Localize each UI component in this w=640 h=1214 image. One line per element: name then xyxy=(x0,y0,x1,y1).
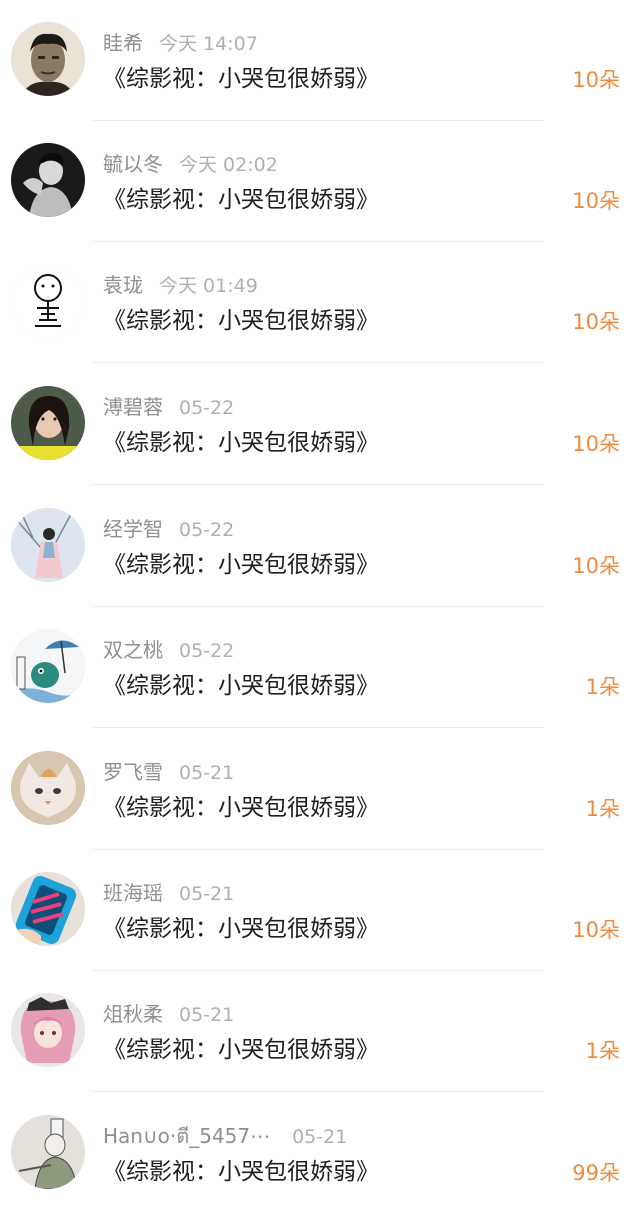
user-name[interactable]: 眭希 xyxy=(103,31,143,55)
gift-amount: 1朵 xyxy=(585,675,620,699)
item-meta: 双之桃 05-22 xyxy=(103,636,234,664)
timestamp: 05-22 xyxy=(179,519,235,541)
user-name[interactable]: 班海瑶 xyxy=(103,881,163,905)
item-meta: 袁珑 今天 01:49 xyxy=(103,271,258,299)
book-title[interactable]: 《综影视：小哭包很娇弱》 xyxy=(103,427,379,459)
gift-amount: 1朵 xyxy=(585,797,620,821)
timestamp: 今天 14:07 xyxy=(159,33,258,55)
book-title[interactable]: 《综影视：小哭包很娇弱》 xyxy=(103,63,379,95)
user-name[interactable]: 袁珑 xyxy=(103,273,143,297)
list-item[interactable]: 俎秋柔 05-21 《综影视：小哭包很娇弱》 1朵 xyxy=(0,971,640,1092)
item-meta: 毓以冬 今天 02:02 xyxy=(103,150,278,178)
man-portrait-avatar[interactable] xyxy=(11,22,85,96)
gift-amount: 10朵 xyxy=(572,432,620,456)
item-meta: 经学智 05-22 xyxy=(103,515,234,543)
book-title[interactable]: 《综影视：小哭包很娇弱》 xyxy=(103,1156,379,1188)
book-title[interactable]: 《综影视：小哭包很娇弱》 xyxy=(103,305,379,337)
girl-selfie-avatar[interactable] xyxy=(11,386,85,460)
user-name[interactable]: 双之桃 xyxy=(103,638,163,662)
list-item[interactable]: Han∪o·ตี_5457⋯ 05-21 《综影视：小哭包很娇弱》 99朵 xyxy=(0,1093,640,1214)
user-name[interactable]: Han∪o·ตี_5457⋯ xyxy=(103,1124,270,1148)
gift-amount: 10朵 xyxy=(572,189,620,213)
gift-amount: 99朵 xyxy=(572,1161,620,1185)
list-item[interactable]: 眭希 今天 14:07 《综影视：小哭包很娇弱》 10朵 xyxy=(0,0,640,121)
list-item[interactable]: 罗飞雪 05-21 《综影视：小哭包很娇弱》 1朵 xyxy=(0,729,640,850)
item-meta: 溥碧蓉 05-22 xyxy=(103,393,234,421)
item-meta: 俎秋柔 05-21 xyxy=(103,1000,234,1028)
gift-amount: 10朵 xyxy=(572,310,620,334)
book-title[interactable]: 《综影视：小哭包很娇弱》 xyxy=(103,549,379,581)
book-title[interactable]: 《综影视：小哭包很娇弱》 xyxy=(103,913,379,945)
book-title[interactable]: 《综影视：小哭包很娇弱》 xyxy=(103,1034,379,1066)
gift-list: 眭希 今天 14:07 《综影视：小哭包很娇弱》 10朵 毓以冬 今天 02:02 … xyxy=(0,0,640,1199)
item-meta: 班海瑶 05-21 xyxy=(103,879,234,907)
doodle-avatar[interactable] xyxy=(11,264,85,338)
timestamp: 今天 02:02 xyxy=(179,154,278,176)
gift-amount: 10朵 xyxy=(572,68,620,92)
anime-girl-avatar[interactable] xyxy=(11,993,85,1067)
user-name[interactable]: 俎秋柔 xyxy=(103,1002,163,1026)
timestamp: 05-21 xyxy=(179,762,235,784)
bw-man-avatar[interactable] xyxy=(11,143,85,217)
divider xyxy=(90,1091,544,1092)
divider xyxy=(90,727,544,728)
timestamp: 今天 01:49 xyxy=(159,275,258,297)
list-item[interactable]: 毓以冬 今天 02:02 《综影视：小哭包很娇弱》 10朵 xyxy=(0,121,640,242)
timestamp: 05-21 xyxy=(179,883,235,905)
timestamp: 05-22 xyxy=(179,397,235,419)
timestamp: 05-21 xyxy=(292,1126,348,1148)
divider xyxy=(90,484,544,485)
item-meta: Han∪o·ตี_5457⋯ 05-21 xyxy=(103,1122,347,1150)
book-title[interactable]: 《综影视：小哭包很娇弱》 xyxy=(103,184,379,216)
umbrella-cartoon-avatar[interactable] xyxy=(11,629,85,703)
list-item[interactable]: 双之桃 05-22 《综影视：小哭包很娇弱》 1朵 xyxy=(0,607,640,728)
timestamp: 05-22 xyxy=(179,640,235,662)
winter-girl-avatar[interactable] xyxy=(11,508,85,582)
shoe-avatar[interactable] xyxy=(11,872,85,946)
gift-amount: 1朵 xyxy=(585,1039,620,1063)
user-name[interactable]: 溥碧蓉 xyxy=(103,395,163,419)
list-item[interactable]: 班海瑶 05-21 《综影视：小哭包很娇弱》 10朵 xyxy=(0,850,640,971)
timestamp: 05-21 xyxy=(179,1004,235,1026)
list-item[interactable]: 经学智 05-22 《综影视：小哭包很娇弱》 10朵 xyxy=(0,486,640,607)
sketch-avatar[interactable] xyxy=(11,1115,85,1189)
item-meta: 罗飞雪 05-21 xyxy=(103,758,234,786)
gift-amount: 10朵 xyxy=(572,918,620,942)
book-title[interactable]: 《综影视：小哭包很娇弱》 xyxy=(103,670,379,702)
item-meta: 眭希 今天 14:07 xyxy=(103,29,258,57)
user-name[interactable]: 罗飞雪 xyxy=(103,760,163,784)
user-name[interactable]: 经学智 xyxy=(103,517,163,541)
list-item[interactable]: 袁珑 今天 01:49 《综影视：小哭包很娇弱》 10朵 xyxy=(0,242,640,363)
divider xyxy=(90,362,544,363)
cat-avatar[interactable] xyxy=(11,751,85,825)
list-item[interactable]: 溥碧蓉 05-22 《综影视：小哭包很娇弱》 10朵 xyxy=(0,364,640,485)
user-name[interactable]: 毓以冬 xyxy=(103,152,163,176)
gift-amount: 10朵 xyxy=(572,554,620,578)
book-title[interactable]: 《综影视：小哭包很娇弱》 xyxy=(103,792,379,824)
